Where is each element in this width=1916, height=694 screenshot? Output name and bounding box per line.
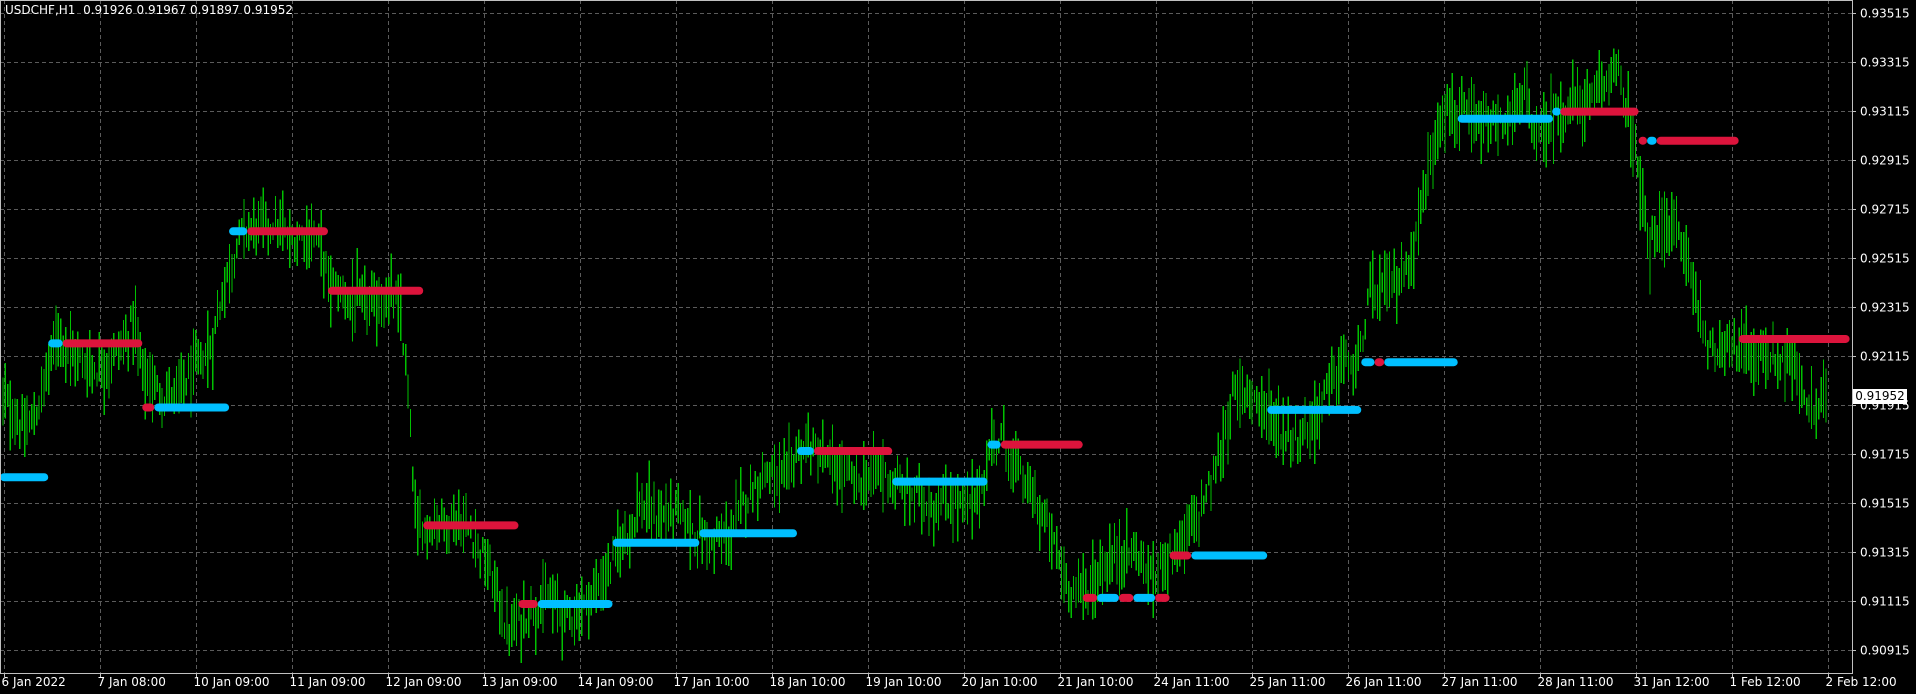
time-axis[interactable]: 6 Jan 2022 7 Jan 08:00 10 Jan 09:00 11 Jan …	[2, 673, 1897, 689]
x-tick-label: 21 Jan 10:00	[1058, 675, 1134, 689]
x-tick-label: 6 Jan 2022	[2, 675, 66, 689]
price-bars	[0, 48, 1827, 663]
y-tick-label: 0.93515	[1860, 7, 1910, 21]
indicator-levels	[0, 107, 1850, 608]
x-tick-label: 11 Jan 09:00	[290, 675, 366, 689]
chart-header: USDCHF,H1 0.91926 0.91967 0.91897 0.9195…	[5, 3, 293, 17]
x-tick-label: 7 Jan 08:00	[98, 675, 166, 689]
chart-window[interactable]: 0.93515 0.93315 0.93115 0.92915 0.92715 0.925…	[0, 0, 1916, 694]
x-tick-label: 17 Jan 10:00	[674, 675, 750, 689]
ohlc-values: 0.91926 0.91967 0.91897 0.91952	[83, 3, 293, 17]
x-tick-label: 10 Jan 09:00	[194, 675, 270, 689]
current-price-label: 0.91952	[1853, 389, 1907, 404]
price-axis[interactable]: 0.93515 0.93315 0.93115 0.92915 0.92715 0.925…	[1852, 7, 1910, 658]
grid-layer	[0, 0, 1852, 673]
x-tick-label: 14 Jan 09:00	[578, 675, 654, 689]
y-tick-label: 0.90915	[1860, 644, 1910, 658]
x-tick-label: 31 Jan 12:00	[1634, 675, 1710, 689]
x-tick-label: 28 Jan 11:00	[1538, 675, 1614, 689]
x-tick-label: 19 Jan 10:00	[866, 675, 942, 689]
x-tick-label: 24 Jan 11:00	[1154, 675, 1230, 689]
x-tick-label: 2 Feb 12:00	[1826, 675, 1897, 689]
y-tick-label: 0.92715	[1860, 203, 1910, 217]
price-chart[interactable]: 0.93515 0.93315 0.93115 0.92915 0.92715 0.925…	[0, 0, 1916, 694]
y-tick-label: 0.92915	[1860, 154, 1910, 168]
y-tick-label: 0.91715	[1860, 448, 1910, 462]
x-tick-label: 26 Jan 11:00	[1346, 675, 1422, 689]
x-tick-label: 13 Jan 09:00	[482, 675, 558, 689]
y-tick-label: 0.91515	[1860, 497, 1910, 511]
symbol-timeframe: USDCHF,H1	[5, 3, 76, 17]
y-tick-label: 0.93315	[1860, 56, 1910, 70]
x-tick-label: 1 Feb 12:00	[1730, 675, 1801, 689]
y-tick-label: 0.93115	[1860, 105, 1910, 119]
x-tick-label: 25 Jan 11:00	[1250, 675, 1326, 689]
y-tick-label: 0.92315	[1860, 301, 1910, 315]
x-tick-label: 18 Jan 10:00	[770, 675, 846, 689]
y-tick-label: 0.92115	[1860, 350, 1910, 364]
y-tick-label: 0.91115	[1860, 595, 1910, 609]
y-tick-label: 0.91315	[1860, 546, 1910, 560]
x-tick-label: 12 Jan 09:00	[386, 675, 462, 689]
x-tick-label: 27 Jan 11:00	[1442, 675, 1518, 689]
x-tick-label: 20 Jan 10:00	[962, 675, 1038, 689]
y-tick-label: 0.92515	[1860, 252, 1910, 266]
